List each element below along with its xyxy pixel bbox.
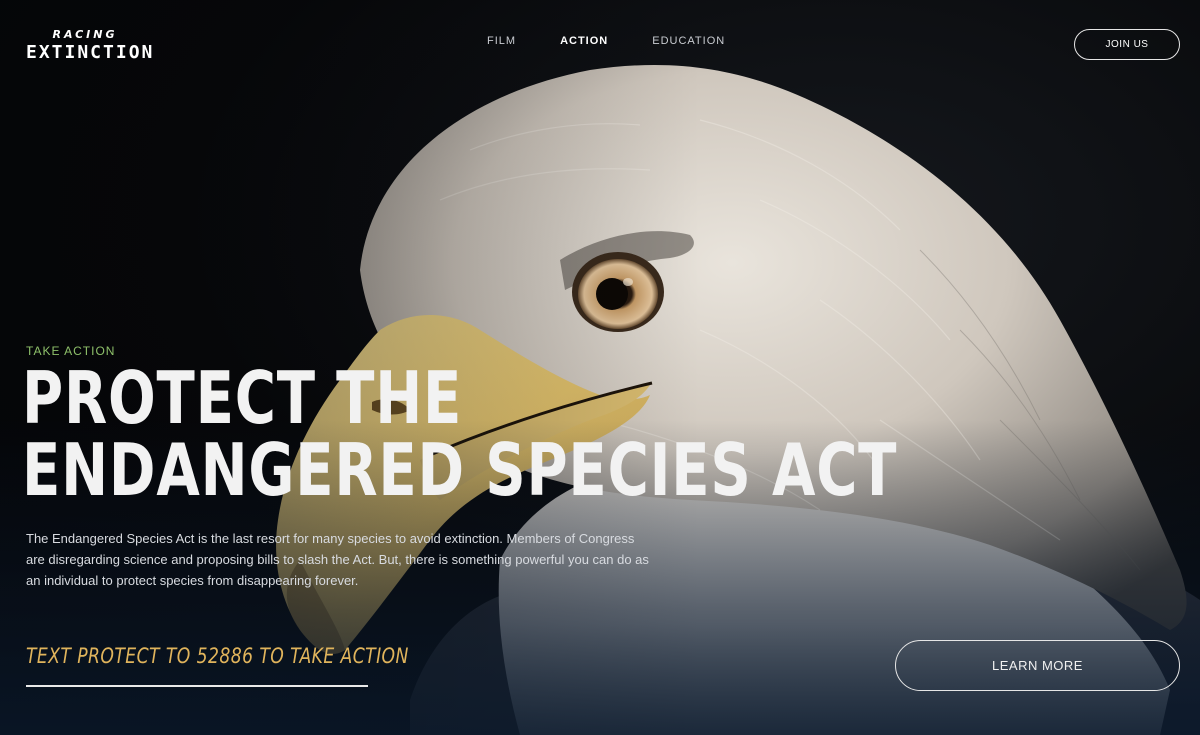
nav-item-film[interactable]: FILM [487, 35, 516, 47]
page-title: PROTECT THE ENDANGERED SPECIES ACT [22, 356, 898, 512]
racing-extinction-logo[interactable]: RACING EXTINCTION [26, 28, 156, 63]
join-us-button[interactable]: JOIN US [1074, 29, 1180, 60]
hero-body-text: The Endangered Species Act is the last r… [26, 531, 649, 588]
main-nav: FILM ACTION EDUCATION [487, 35, 725, 47]
logo-top-text: RACING [52, 28, 118, 41]
text-to-action-link[interactable]: TEXT PROTECT TO 52886 TO TAKE ACTION [26, 644, 409, 668]
learn-more-button[interactable]: LEARN MORE [895, 640, 1180, 691]
headline-line-2: ENDANGERED SPECIES ACT [22, 428, 898, 512]
cta-underline-divider [26, 685, 368, 687]
logo-main-text: EXTINCTION [26, 42, 155, 63]
headline-line-1: PROTECT THE [22, 356, 463, 440]
nav-item-action[interactable]: ACTION [560, 35, 608, 47]
nav-item-education[interactable]: EDUCATION [652, 35, 725, 47]
